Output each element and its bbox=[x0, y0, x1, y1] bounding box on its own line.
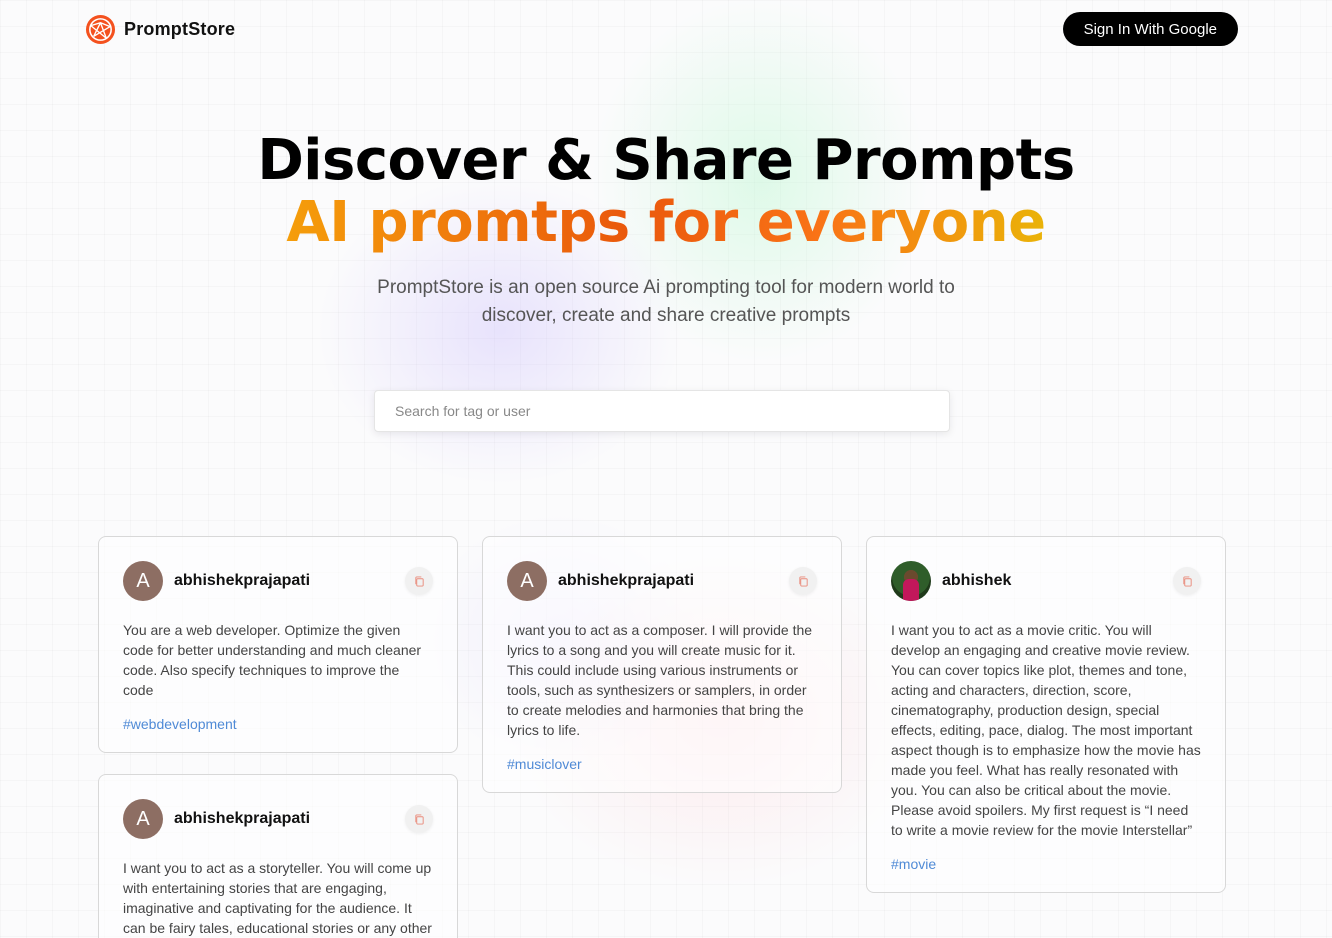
card-header: A abhishekprajapati bbox=[507, 561, 817, 601]
card-user[interactable]: A abhishekprajapati bbox=[123, 561, 310, 601]
prompt-text: I want you to act as a composer. I will … bbox=[507, 622, 813, 738]
avatar: A bbox=[507, 561, 547, 601]
prompt-text: You are a web developer. Optimize the gi… bbox=[123, 622, 422, 698]
search-input[interactable] bbox=[374, 390, 950, 432]
card-header: A abhishekprajapati bbox=[123, 561, 433, 601]
copy-button[interactable] bbox=[1173, 567, 1201, 595]
tag-link[interactable]: #webdevelopment bbox=[123, 716, 237, 732]
card-header: abhishek bbox=[891, 561, 1201, 601]
brand-name: PromptStore bbox=[124, 18, 236, 39]
avatar bbox=[891, 561, 931, 601]
tag-link[interactable]: #movie bbox=[891, 856, 936, 872]
prompt-card: abhishek I want you to act as a movie cr… bbox=[866, 536, 1226, 893]
prompt-text: I want you to act as a movie critic. You… bbox=[891, 622, 1201, 838]
copy-icon bbox=[414, 575, 424, 587]
card-user[interactable]: abhishek bbox=[891, 561, 1011, 601]
prompt-text: I want you to act as a storyteller. You … bbox=[123, 860, 432, 936]
avatar: A bbox=[123, 561, 163, 601]
prompt-card: A abhishekprajapati I want you to act as… bbox=[98, 774, 458, 938]
avatar: A bbox=[123, 799, 163, 839]
card-user[interactable]: A abhishekprajapati bbox=[123, 799, 310, 839]
prompt-card: A abhishekprajapati You are a web develo… bbox=[98, 536, 458, 753]
username: abhishekprajapati bbox=[174, 810, 311, 827]
copy-button[interactable] bbox=[789, 567, 817, 595]
prompt-card: A abhishekprajapati I want you to act as… bbox=[482, 536, 842, 793]
hero-description: PromptStore is an open source Ai prompti… bbox=[377, 277, 955, 326]
hero-subtitle: AI promtps for everyone bbox=[286, 190, 1046, 255]
copy-icon bbox=[1182, 575, 1192, 587]
navbar: PromptStore Sign In With Google bbox=[85, 12, 1238, 46]
copy-icon bbox=[414, 813, 424, 825]
card-header: A abhishekprajapati bbox=[123, 799, 433, 839]
page: PromptStore Sign In With Google Discover… bbox=[0, 0, 1332, 938]
username: abhishekprajapati bbox=[558, 572, 695, 589]
copy-icon bbox=[798, 575, 808, 587]
sign-in-button[interactable]: Sign In With Google bbox=[1062, 12, 1238, 46]
tag-link[interactable]: #musiclover bbox=[507, 756, 582, 772]
copy-button[interactable] bbox=[405, 567, 433, 595]
username: abhishekprajapati bbox=[174, 572, 311, 589]
username: abhishek bbox=[942, 572, 1012, 589]
hero: Discover & Share Prompts AI promtps for … bbox=[0, 130, 1332, 330]
card-user[interactable]: A abhishekprajapati bbox=[507, 561, 694, 601]
copy-button[interactable] bbox=[405, 805, 433, 833]
brand[interactable]: PromptStore bbox=[85, 14, 235, 45]
hero-title: Discover & Share Prompts bbox=[257, 128, 1075, 193]
logo-icon bbox=[85, 14, 116, 44]
